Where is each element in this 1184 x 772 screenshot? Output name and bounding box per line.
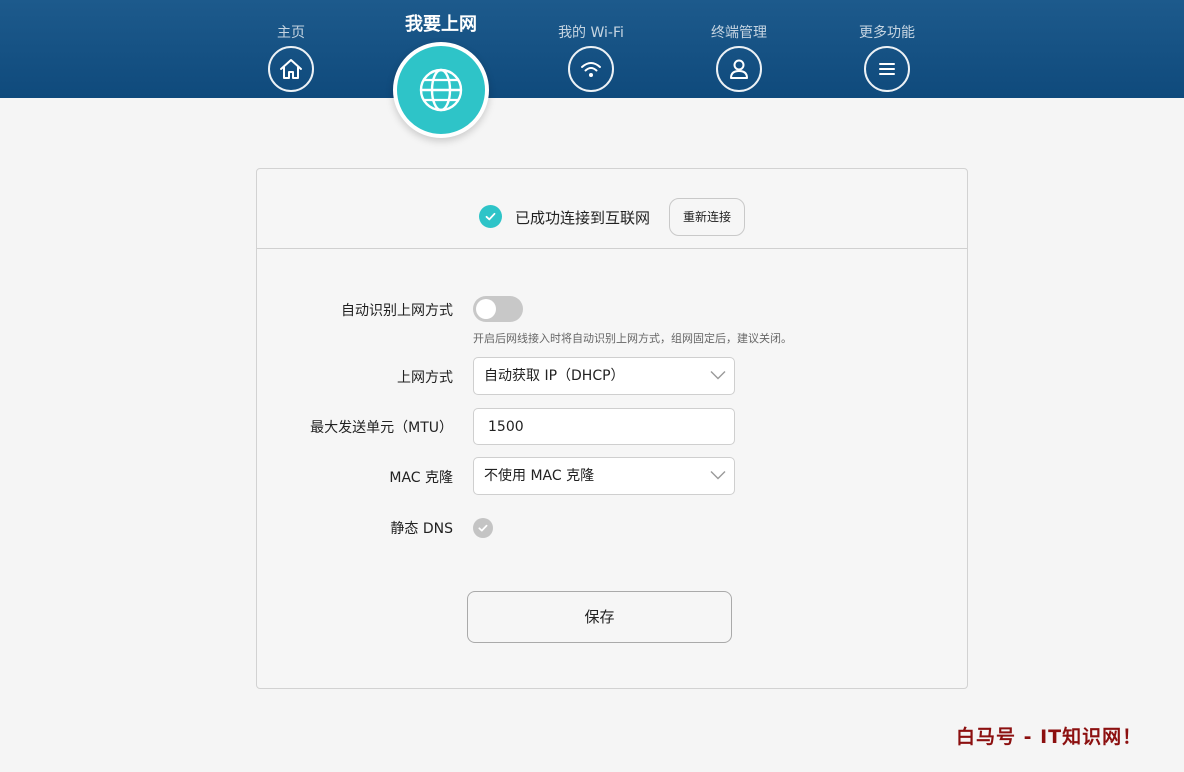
mtu-input[interactable]: 1500 xyxy=(473,408,735,445)
save-button[interactable]: 保存 xyxy=(467,591,732,643)
nav-item-label: 我要上网 xyxy=(405,14,477,35)
auto-detect-toggle[interactable] xyxy=(473,296,523,322)
toggle-knob xyxy=(476,299,496,319)
mac-clone-value: 不使用 MAC 克隆 xyxy=(484,468,595,484)
reconnect-button[interactable]: 重新连接 xyxy=(669,198,745,236)
check-icon xyxy=(478,524,488,532)
connection-type-select[interactable]: 自动获取 IP（DHCP） xyxy=(473,357,735,395)
nav-item-more[interactable]: 更多功能 xyxy=(827,0,947,98)
connection-type-value: 自动获取 IP（DHCP） xyxy=(484,368,625,384)
nav-item-label: 我的 Wi-Fi xyxy=(558,25,624,41)
nav-item-home[interactable]: 主页 xyxy=(231,0,351,98)
nav-item-label: 终端管理 xyxy=(711,25,767,41)
watermark-text: 白马号 - IT知识网！ xyxy=(956,726,1143,748)
globe-icon[interactable] xyxy=(393,42,489,138)
static-dns-label: 静态 DNS xyxy=(390,521,453,537)
connection-type-label: 上网方式 xyxy=(397,370,453,386)
check-circle-icon xyxy=(479,205,502,228)
connection-status-bar: 已成功连接到互联网 重新连接 xyxy=(257,169,967,249)
home-icon xyxy=(268,46,314,92)
wifi-icon xyxy=(568,46,614,92)
menu-icon xyxy=(864,46,910,92)
chevron-down-icon xyxy=(710,471,726,480)
nav-item-label: 更多功能 xyxy=(859,25,915,41)
nav-item-devices[interactable]: 终端管理 xyxy=(679,0,799,98)
connection-status-text: 已成功连接到互联网 xyxy=(515,209,651,227)
chevron-down-icon xyxy=(710,371,726,380)
mtu-label: 最大发送单元（MTU） xyxy=(310,420,453,436)
nav-item-label: 主页 xyxy=(277,25,305,41)
auto-detect-hint: 开启后网线接入时将自动识别上网方式，组网固定后，建议关闭。 xyxy=(473,332,792,345)
nav-item-wifi[interactable]: 我的 Wi-Fi xyxy=(531,0,651,98)
top-nav-bar: 主页 我要上网 我的 Wi-Fi 终端管理 更多功能 xyxy=(0,0,1184,98)
static-dns-checkbox[interactable] xyxy=(473,518,493,538)
mac-clone-select[interactable]: 不使用 MAC 克隆 xyxy=(473,457,735,495)
auto-detect-label: 自动识别上网方式 xyxy=(341,303,453,319)
user-icon xyxy=(716,46,762,92)
mac-clone-label: MAC 克隆 xyxy=(389,470,453,486)
internet-settings-card: 已成功连接到互联网 重新连接 自动识别上网方式 开启后网线接入时将自动识别上网方… xyxy=(256,168,968,689)
